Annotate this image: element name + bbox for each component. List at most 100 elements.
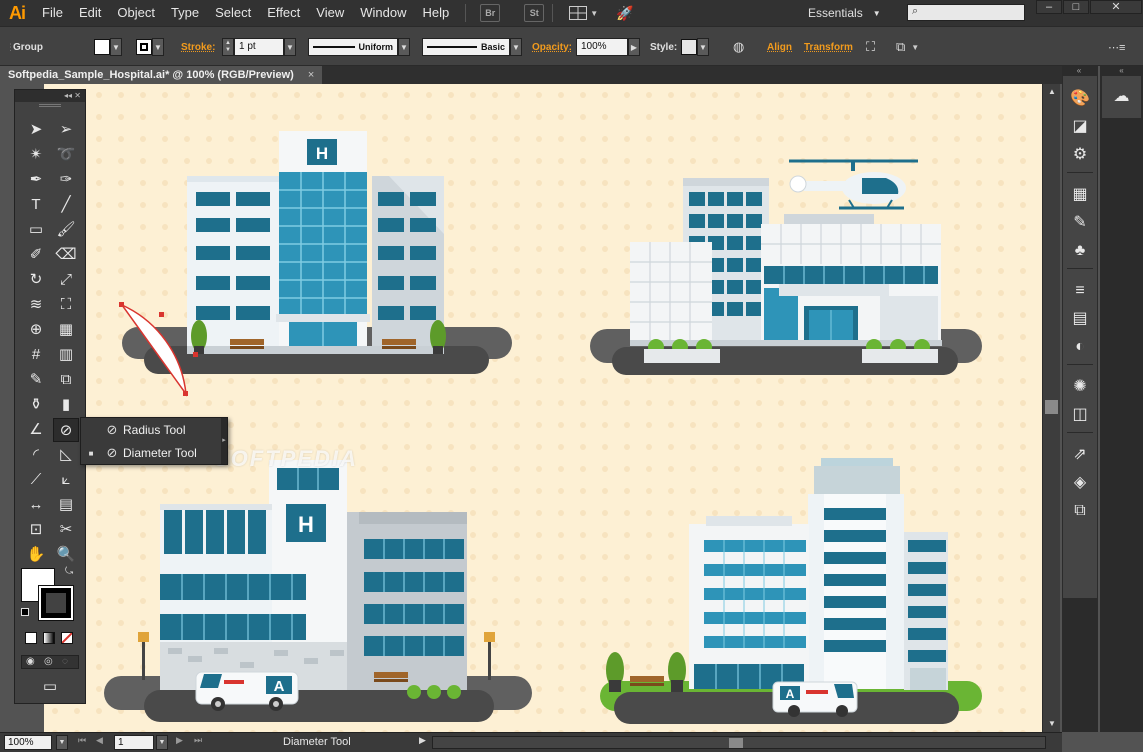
angle-tool-icon[interactable]: ∠: [23, 418, 49, 442]
arc-tool-icon[interactable]: ◜: [23, 443, 49, 467]
stroke-panel-link[interactable]: Stroke:: [181, 42, 215, 53]
zoom-field[interactable]: 100%: [4, 735, 52, 750]
chevron-down-icon[interactable]: ▼: [110, 38, 122, 56]
recolor-icon[interactable]: ⚙: [1063, 144, 1097, 166]
selection-tool-icon[interactable]: ➤: [23, 118, 49, 142]
stroke-weight-control[interactable]: ▲ ▼ 1 pt ▼: [222, 38, 296, 56]
default-colors-icon[interactable]: [21, 608, 29, 616]
measure-tool-icon[interactable]: ↔: [23, 493, 49, 517]
swatches-icon[interactable]: ▦: [1063, 184, 1097, 206]
hand-tool-icon[interactable]: ✋: [23, 543, 49, 567]
panel-menu-icon[interactable]: ⋯≡: [1108, 41, 1125, 54]
artboard-number-field[interactable]: 1: [114, 735, 154, 750]
chevron-right-icon[interactable]: ▶: [628, 38, 640, 56]
chevron-down-icon[interactable]: ▼: [911, 43, 919, 52]
graphic-style-control[interactable]: ▼: [681, 38, 709, 56]
symbols-icon[interactable]: ♣: [1063, 240, 1097, 262]
export-icon[interactable]: ⇗: [1063, 444, 1097, 466]
appearance-icon[interactable]: ✺: [1063, 376, 1097, 398]
trend-tool-icon[interactable]: ⟀: [53, 468, 79, 492]
stepper-icon[interactable]: ▲ ▼: [222, 38, 234, 56]
color-guide-icon[interactable]: ◪: [1063, 116, 1097, 138]
tear-off-icon[interactable]: ▸: [221, 418, 227, 464]
transform-panel-link[interactable]: Transform: [804, 42, 853, 53]
opacity-panel-link[interactable]: Opacity:: [532, 42, 572, 53]
menu-edit[interactable]: Edit: [71, 0, 109, 26]
magic-wand-tool-icon[interactable]: ✴: [23, 143, 49, 167]
layers-icon[interactable]: ◈: [1063, 472, 1097, 494]
vertical-scrollbar[interactable]: ▲ ▼: [1042, 84, 1060, 732]
stroke-panel-icon[interactable]: ≡: [1063, 280, 1097, 302]
opacity-control[interactable]: 100% ▶: [576, 38, 640, 56]
stroke-color-swatch[interactable]: [38, 585, 74, 621]
fill-control[interactable]: ▼: [94, 38, 122, 56]
brushes-icon[interactable]: ✎: [1063, 212, 1097, 234]
width-tool-icon[interactable]: ≋: [23, 293, 49, 317]
eyedropper-tool-icon[interactable]: ✎: [23, 368, 49, 392]
menu-view[interactable]: View: [308, 0, 352, 26]
style-swatch[interactable]: [681, 39, 697, 55]
gpu-performance-icon[interactable]: 🚀: [616, 5, 633, 22]
menu-select[interactable]: Select: [207, 0, 259, 26]
free-transform-tool-icon[interactable]: ⛶: [53, 293, 79, 317]
maximize-button[interactable]: □: [1063, 0, 1089, 14]
curvature-tool-icon[interactable]: ✑: [53, 168, 79, 192]
menu-type[interactable]: Type: [163, 0, 207, 26]
chevron-down-icon[interactable]: ▼: [152, 38, 164, 56]
artboard-tool-icon[interactable]: ⊡: [23, 518, 49, 542]
draw-behind-icon[interactable]: ◎: [44, 656, 53, 667]
zoom-tool-icon[interactable]: 🔍: [53, 543, 79, 567]
swap-fill-stroke-icon[interactable]: ⤿: [65, 566, 73, 577]
chevron-down-icon[interactable]: ▼: [510, 38, 522, 56]
rectangle-tool-icon[interactable]: ▭: [23, 218, 49, 242]
slice-tool-icon[interactable]: ✂: [53, 518, 79, 542]
column-graph-tool-icon[interactable]: ▮: [53, 393, 79, 417]
chevron-down-icon[interactable]: ▼: [398, 38, 410, 56]
pen-tool-icon[interactable]: ✒: [23, 168, 49, 192]
horizontal-scrollbar[interactable]: [432, 736, 1046, 749]
chevron-down-icon[interactable]: ▼: [56, 735, 68, 750]
scroll-thumb[interactable]: [1045, 400, 1058, 414]
opacity-field[interactable]: 100%: [576, 38, 628, 56]
direct-selection-tool-icon[interactable]: ➢: [53, 118, 79, 142]
select-similar-icon[interactable]: ⧉: [896, 39, 905, 55]
screen-mode-icon[interactable]: ▭: [37, 675, 63, 699]
collapse-icon[interactable]: «: [1100, 66, 1143, 76]
close-button[interactable]: ✕: [1090, 0, 1142, 14]
next-artboard-icon[interactable]: ▶: [176, 735, 183, 746]
minimize-button[interactable]: –: [1036, 0, 1062, 14]
isolate-group-icon[interactable]: ⛶: [866, 39, 875, 55]
help-search-input[interactable]: ⌕: [907, 4, 1025, 21]
color-panel-icon[interactable]: 🎨: [1063, 88, 1097, 110]
slope-tool-icon[interactable]: ⟋: [23, 468, 49, 492]
chevron-down-icon[interactable]: ▼: [697, 38, 709, 56]
diameter-tool-item[interactable]: ■ ⊘ Diameter Tool: [81, 442, 221, 464]
chevron-down-icon[interactable]: ▼: [284, 38, 296, 56]
fill-swatch[interactable]: [94, 39, 110, 55]
graphic-styles-icon[interactable]: ◫: [1063, 404, 1097, 426]
none-mode-icon[interactable]: [61, 632, 73, 644]
radius-tool-item[interactable]: ⊘ Radius Tool: [81, 419, 221, 441]
page-tool-icon[interactable]: ▤: [53, 493, 79, 517]
color-mode-icon[interactable]: [25, 632, 37, 644]
recolor-artwork-icon[interactable]: ◍: [733, 39, 744, 55]
lasso-tool-icon[interactable]: ➰: [53, 143, 79, 167]
bridge-button[interactable]: Br: [480, 4, 501, 22]
draw-inside-icon[interactable]: ◌: [62, 656, 68, 667]
shape-builder-tool-icon[interactable]: ⊕: [23, 318, 49, 342]
eraser-tool-icon[interactable]: ⌫: [53, 243, 79, 267]
stroke-weight-field[interactable]: 1 pt: [234, 38, 284, 56]
menu-file[interactable]: File: [34, 0, 71, 26]
mesh-tool-icon[interactable]: #: [23, 343, 49, 367]
first-artboard-icon[interactable]: ⏮: [78, 735, 86, 746]
ruler-tool-icon[interactable]: ◺: [53, 443, 79, 467]
gradient-icon[interactable]: ▤: [1063, 308, 1097, 330]
menu-effect[interactable]: Effect: [259, 0, 308, 26]
transparency-icon[interactable]: ◐: [1063, 336, 1097, 358]
tools-panel-header[interactable]: ◂◂ ✕: [15, 90, 85, 102]
diameter-tool-icon[interactable]: ⊘: [53, 418, 79, 442]
rotate-tool-icon[interactable]: ↻: [23, 268, 49, 292]
stroke-swatch[interactable]: [136, 39, 152, 55]
document-tab[interactable]: Softpedia_Sample_Hospital.ai* @ 100% (RG…: [0, 66, 323, 84]
perspective-grid-tool-icon[interactable]: ▦: [53, 318, 79, 342]
